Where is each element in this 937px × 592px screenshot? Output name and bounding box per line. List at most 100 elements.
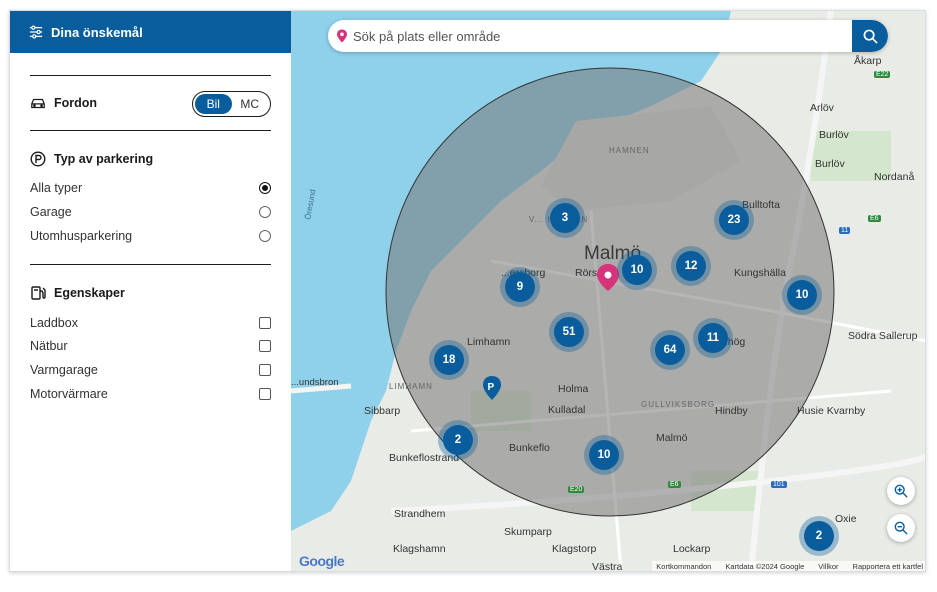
- parking-cluster[interactable]: 10: [617, 250, 657, 290]
- car-icon: [31, 98, 45, 109]
- parking-cluster[interactable]: 10: [584, 435, 624, 475]
- map-label: Burlöv: [815, 158, 845, 170]
- features-section-title: Egenskaper: [30, 285, 125, 301]
- road-shield: 11: [839, 227, 851, 234]
- map-label: GULLVIKSBORG: [641, 400, 716, 409]
- location-pin-icon: [337, 29, 347, 43]
- checkbox-varmgarage[interactable]: [259, 364, 271, 376]
- map-label: HAMNEN: [609, 146, 650, 155]
- map-label: Oxie: [835, 513, 857, 525]
- map-view[interactable]: P Åkarp Arlöv Burlöv Burlöv Nordanå HAMN…: [291, 11, 925, 572]
- cluster-count: 2: [804, 521, 834, 551]
- option-label: Utomhusparkering: [30, 229, 133, 243]
- parking-cluster[interactable]: 3: [545, 198, 585, 238]
- vehicle-option-bil[interactable]: Bil: [195, 94, 232, 114]
- map-label: Holma: [558, 383, 589, 395]
- option-label: Nätbur: [30, 339, 68, 353]
- parking-cluster[interactable]: 2: [799, 516, 839, 556]
- feature-option[interactable]: Varmgarage: [30, 363, 271, 377]
- map-label: Sibbarp: [364, 405, 401, 417]
- zoom-out-button[interactable]: [887, 514, 915, 542]
- feature-option[interactable]: Nätbur: [30, 339, 271, 353]
- option-label: Laddbox: [30, 316, 78, 330]
- cluster-count: 10: [622, 255, 652, 285]
- map-label: Malmö: [656, 432, 688, 444]
- map-label: Rörs: [575, 267, 598, 279]
- cluster-count: 9: [505, 272, 535, 302]
- map-label: Limhamn: [467, 336, 511, 348]
- divider: [30, 75, 271, 76]
- attribution-link[interactable]: Rapportera ett kartfel: [853, 562, 923, 571]
- map-label: Klagshamn: [393, 543, 446, 555]
- search-input[interactable]: [349, 20, 852, 52]
- radio-garage[interactable]: [259, 206, 271, 218]
- map-label: Nordanå: [874, 171, 915, 183]
- checkbox-laddbox[interactable]: [259, 317, 271, 329]
- feature-option[interactable]: Laddbox: [30, 316, 271, 330]
- radio-utomhusparkering[interactable]: [259, 230, 271, 242]
- search-icon: [863, 29, 878, 44]
- cluster-count: 64: [655, 335, 685, 365]
- option-label: Garage: [30, 205, 72, 219]
- map-label: LIMHAMN: [389, 382, 433, 391]
- search-button[interactable]: [852, 20, 888, 52]
- parking-cluster[interactable]: 11: [693, 318, 733, 358]
- map-label: Husie Kvarnby: [797, 405, 866, 417]
- parking-cluster[interactable]: 2: [438, 420, 478, 460]
- attribution-text: Kartdata ©2024 Google: [725, 562, 805, 571]
- zoom-out-icon: [894, 521, 908, 535]
- cluster-count: 10: [787, 280, 817, 310]
- cluster-count: 10: [589, 440, 619, 470]
- parking-type-option[interactable]: Utomhusparkering: [30, 229, 271, 243]
- parking-cluster[interactable]: 18: [429, 340, 469, 380]
- vehicle-toggle[interactable]: Bil MC: [192, 91, 271, 117]
- checkbox-natbur[interactable]: [259, 340, 271, 352]
- attribution-link[interactable]: Villkor: [818, 562, 838, 571]
- map-label: Kungshälla: [734, 267, 786, 279]
- option-label: Alla typer: [30, 181, 83, 195]
- parking-cluster[interactable]: 51: [549, 312, 589, 352]
- map-base: P: [291, 11, 925, 571]
- search-bar: [328, 20, 888, 52]
- parking-cluster[interactable]: 9: [500, 267, 540, 307]
- parking-type-title: Typ av parkering: [54, 152, 154, 166]
- app-frame: Dina önskemål Fordon Bil MC Typ av parke…: [9, 10, 926, 572]
- divider: [30, 264, 271, 265]
- road-shield: 101: [771, 481, 787, 488]
- map-label: Hindby: [715, 405, 748, 417]
- radio-alla-typer[interactable]: [259, 182, 271, 194]
- map-label: Strandhem: [394, 508, 446, 520]
- parking-cluster[interactable]: 12: [671, 246, 711, 286]
- vehicle-option-mc[interactable]: MC: [232, 94, 269, 114]
- vehicle-section-title: Fordon: [30, 95, 97, 111]
- sliders-icon: [29, 25, 43, 39]
- map-label: ...undsbron: [291, 377, 339, 388]
- zoom-in-button[interactable]: [887, 477, 915, 505]
- option-label: Motorvärmare: [30, 387, 108, 401]
- cluster-count: 11: [698, 323, 728, 353]
- parking-cluster[interactable]: 23: [714, 200, 754, 240]
- vehicle-title: Fordon: [54, 96, 98, 110]
- map-label: Arlöv: [810, 102, 834, 114]
- map-label: Klagstorp: [552, 543, 597, 555]
- sidebar-header[interactable]: Dina önskemål: [10, 11, 291, 53]
- cluster-count: 3: [550, 203, 580, 233]
- zoom-in-icon: [894, 484, 908, 498]
- parking-cluster[interactable]: 10: [782, 275, 822, 315]
- checkbox-motorvarmare[interactable]: [259, 388, 271, 400]
- attribution-link[interactable]: Kortkommandon: [656, 562, 711, 571]
- road-shield: E20: [568, 486, 585, 493]
- map-label: Åkarp: [854, 55, 882, 67]
- parking-cluster[interactable]: 64: [650, 330, 690, 370]
- parking-type-option[interactable]: Garage: [30, 205, 271, 219]
- map-label: Kulladal: [548, 404, 586, 416]
- parking-type-option[interactable]: Alla typer: [30, 181, 271, 195]
- feature-option[interactable]: Motorvärmare: [30, 387, 271, 401]
- map-label: Burlöv: [819, 129, 849, 141]
- fuel-pump-icon: [31, 286, 46, 300]
- map-label: Västra: [592, 561, 623, 572]
- cluster-count: 51: [554, 317, 584, 347]
- cluster-count: 23: [719, 205, 749, 235]
- road-shield: E22: [874, 71, 891, 78]
- map-label: Skumparp: [504, 526, 552, 538]
